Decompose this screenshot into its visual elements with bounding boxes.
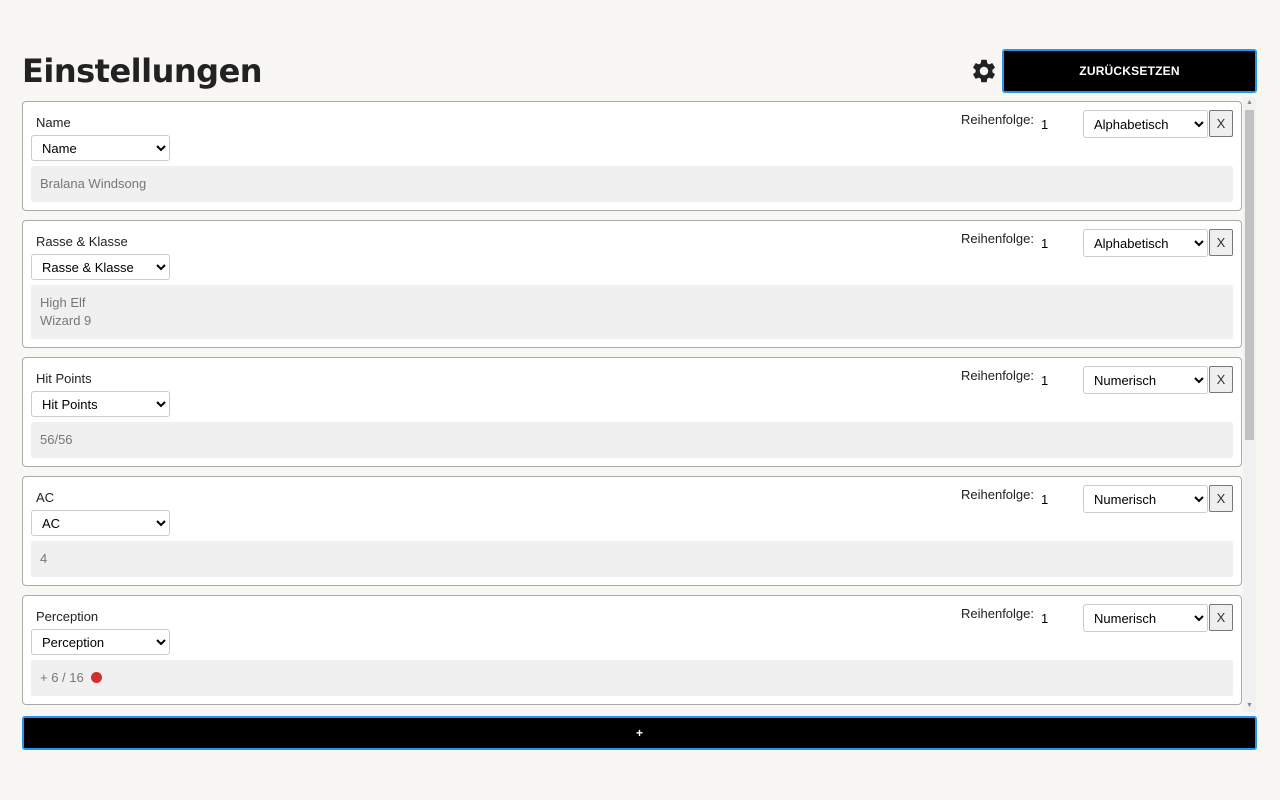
remove-field-button[interactable]: X: [1209, 604, 1233, 631]
order-controls: Reihenfolge: Numerisch X: [961, 366, 1233, 394]
field-value-text: Bralana Windsong: [40, 176, 147, 191]
gear-icon[interactable]: [970, 57, 998, 85]
scrollbar[interactable]: ▲ ▼: [1243, 97, 1256, 712]
order-controls: Reihenfolge: Alphabetisch X: [961, 229, 1233, 257]
order-controls: Reihenfolge: Numerisch X: [961, 604, 1233, 632]
field-value-text: 56/56: [40, 432, 73, 447]
scroll-up-arrow-icon[interactable]: ▲: [1243, 97, 1256, 109]
remove-field-button[interactable]: X: [1209, 110, 1233, 137]
order-label: Reihenfolge:: [961, 112, 1034, 127]
sort-select[interactable]: Alphabetisch: [1083, 110, 1208, 138]
field-value-box: High Elf Wizard 9: [31, 285, 1233, 339]
field-select[interactable]: Rasse & Klasse: [31, 254, 170, 280]
status-dot-icon: [90, 672, 102, 683]
order-input[interactable]: [1036, 366, 1082, 394]
field-value-text: 4: [40, 551, 48, 566]
order-label: Reihenfolge:: [961, 368, 1034, 383]
field-select[interactable]: Name: [31, 135, 170, 161]
page-title: Einstellungen: [22, 52, 263, 90]
remove-field-button[interactable]: X: [1209, 229, 1233, 256]
field-value-text: High Elf: [40, 295, 86, 310]
field-card: Rasse & Klasse Rasse & Klasse High Elf Wi…: [22, 220, 1242, 348]
order-controls: Reihenfolge: Alphabetisch X: [961, 110, 1233, 138]
field-value-text: + 6 / 16: [40, 670, 84, 685]
order-controls: Reihenfolge: Numerisch X: [961, 485, 1233, 513]
order-label: Reihenfolge:: [961, 231, 1034, 246]
field-value-box: 4: [31, 541, 1233, 577]
field-value-box: 56/56: [31, 422, 1233, 458]
order-input[interactable]: [1036, 229, 1082, 257]
order-label: Reihenfolge:: [961, 606, 1034, 621]
remove-field-button[interactable]: X: [1209, 366, 1233, 393]
field-value-box: + 6 / 16: [31, 660, 1233, 696]
field-card: Perception Perception + 6 / 16 Reihenfol…: [22, 595, 1242, 705]
order-input[interactable]: [1036, 485, 1082, 513]
sort-select[interactable]: Numerisch: [1083, 604, 1208, 632]
order-input[interactable]: [1036, 604, 1082, 632]
sort-select[interactable]: Alphabetisch: [1083, 229, 1208, 257]
field-value-text: Wizard 9: [40, 313, 92, 328]
remove-field-button[interactable]: X: [1209, 485, 1233, 512]
card-container: Name Name Bralana Windsong Reihenfolge: …: [22, 101, 1242, 712]
field-card: Hit Points Hit Points 56/56 Reihenfolge:…: [22, 357, 1242, 467]
field-select[interactable]: Perception: [31, 629, 170, 655]
sort-select[interactable]: Numerisch: [1083, 366, 1208, 394]
order-input[interactable]: [1036, 110, 1082, 138]
field-card: AC AC 4 Reihenfolge: Numerisch X: [22, 476, 1242, 586]
add-field-button[interactable]: +: [22, 716, 1257, 750]
scroll-thumb[interactable]: [1245, 110, 1254, 440]
field-select[interactable]: AC: [31, 510, 170, 536]
field-select[interactable]: Hit Points: [31, 391, 170, 417]
reset-button[interactable]: ZURÜCKSETZEN: [1002, 49, 1257, 93]
field-card: Name Name Bralana Windsong Reihenfolge: …: [22, 101, 1242, 211]
sort-select[interactable]: Numerisch: [1083, 485, 1208, 513]
settings-list: Name Name Bralana Windsong Reihenfolge: …: [22, 97, 1257, 712]
field-value-box: Bralana Windsong: [31, 166, 1233, 202]
order-label: Reihenfolge:: [961, 487, 1034, 502]
scroll-down-arrow-icon[interactable]: ▼: [1243, 700, 1256, 712]
